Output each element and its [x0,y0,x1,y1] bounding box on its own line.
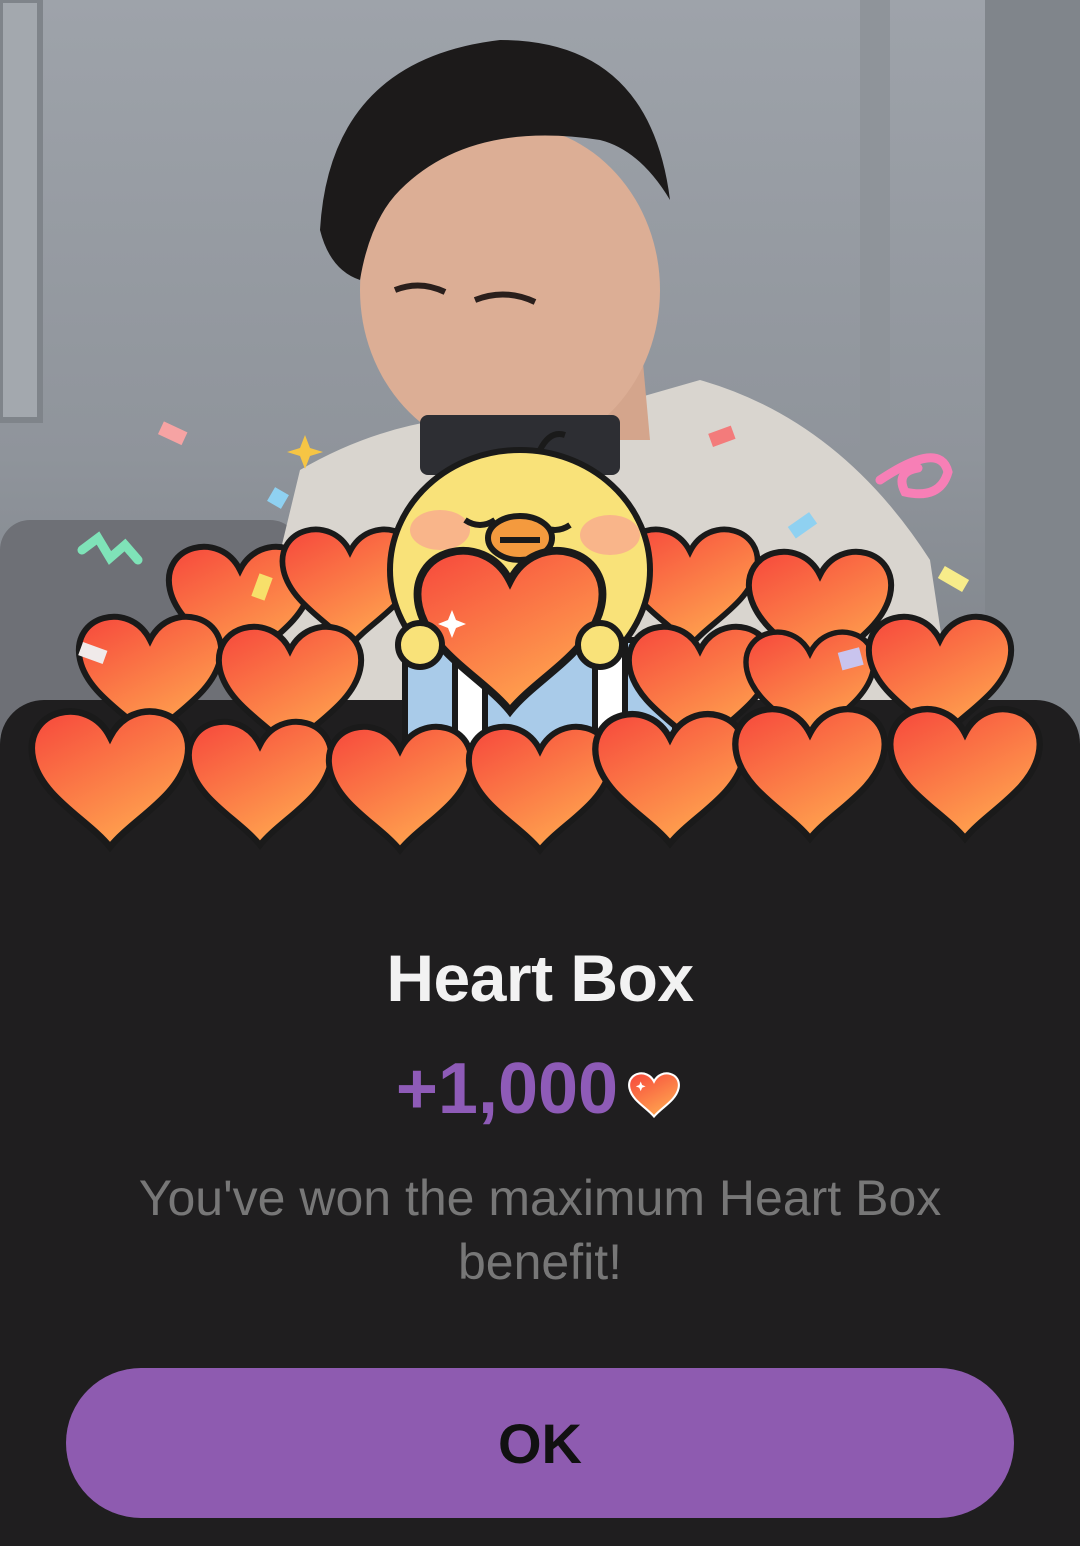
reward-amount: +1,000 [395,1049,619,1129]
dialog-title: Heart Box [386,941,694,1015]
reward-row: +1,000 [0,1048,1080,1130]
heart-icon [628,1072,680,1119]
ok-button[interactable]: OK [66,1368,1014,1518]
heart-box-illustration [0,421,1080,900]
dialog-message: You've won the maximum Heart Box benefit… [138,1170,942,1290]
